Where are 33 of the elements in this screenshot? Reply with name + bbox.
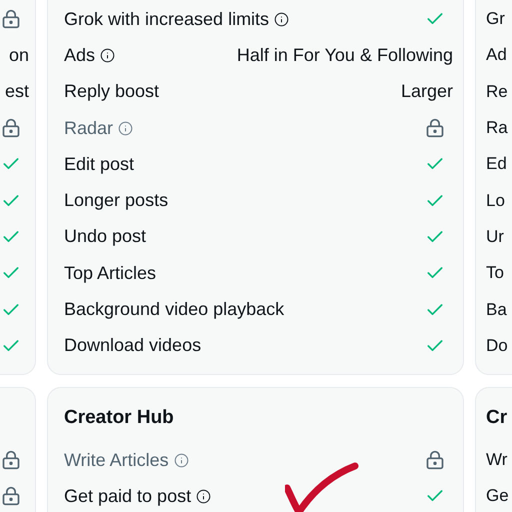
feature-label: Edit post <box>64 154 134 175</box>
info-icon[interactable] <box>196 488 212 504</box>
feature-label: Background video playback <box>64 299 284 320</box>
feature-value: est <box>4 81 29 102</box>
feature-label: Ed <box>486 154 507 174</box>
section-title: Cr <box>485 406 508 430</box>
feature-label: Ads <box>64 44 96 66</box>
feature-label: Get paid to post <box>64 486 192 507</box>
feature-label: Write Articles <box>64 450 169 471</box>
info-icon[interactable] <box>274 12 290 27</box>
feature-label: Download videos <box>64 335 202 356</box>
section-title: Creator Hub <box>63 406 175 430</box>
feature-label: To <box>486 263 504 284</box>
feature-label: Ur <box>486 226 504 247</box>
feature-label: Longer posts <box>64 190 168 212</box>
feature-label: Gr <box>486 9 505 30</box>
feature-label: Re <box>486 82 508 102</box>
feature-label: Radar <box>64 118 114 139</box>
feature-label: Wr <box>486 450 508 470</box>
feature-label: Ad <box>486 45 507 66</box>
feature-label: Ge <box>486 486 509 506</box>
feature-label: Undo post <box>64 226 146 248</box>
feature-value: Larger <box>400 81 453 102</box>
feature-label: Reply boost <box>64 81 160 102</box>
feature-label: Grok with increased limits <box>64 8 270 30</box>
feature-value: on <box>8 44 29 66</box>
info-icon[interactable] <box>100 48 116 63</box>
feature-value: Half in For You & Following <box>236 44 453 66</box>
feature-label: Do <box>486 336 508 356</box>
feature-label: Lo <box>486 190 505 211</box>
feature-label: Ra <box>486 118 508 138</box>
feature-label: Ba <box>486 300 507 320</box>
feature-label: Top Articles <box>64 262 156 284</box>
